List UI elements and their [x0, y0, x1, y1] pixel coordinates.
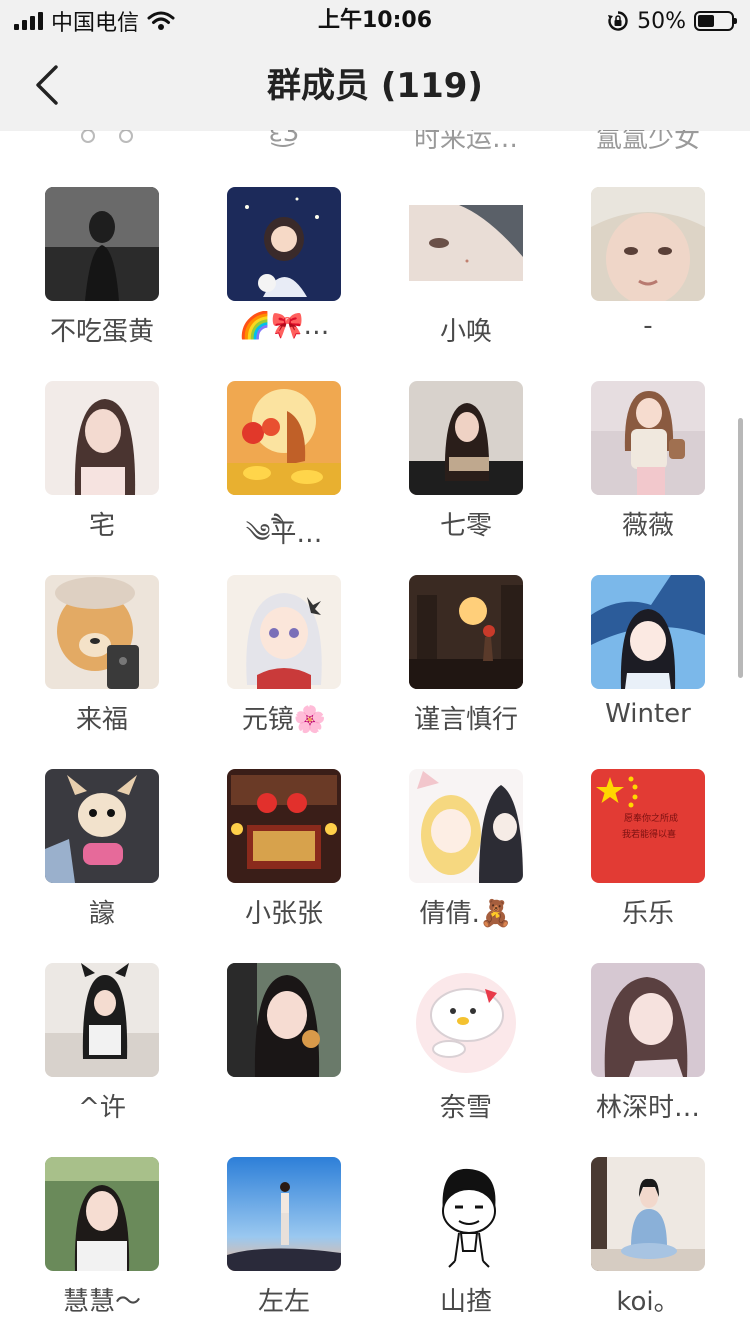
member-name: 山揸: [439, 1287, 492, 1317]
member-item[interactable]: 慧慧～: [11, 1157, 193, 1334]
member-grid: ε͜͡3 时来运… 氲氲少女 不吃蛋黄 🌈🎀… 小唤 - 宅 ༄ཻ平… 七零 薇…: [0, 0, 750, 1334]
member-item[interactable]: 不吃蛋黄: [11, 187, 193, 381]
member-name: -: [643, 311, 653, 341]
flag-avatar-text: 我若能得以喜: [622, 828, 676, 840]
member-avatar: [45, 187, 159, 301]
member-name: ༄ཻ平…: [245, 519, 323, 549]
member-avatar: [591, 381, 705, 495]
battery-percent: 50%: [637, 8, 686, 34]
member-name: 小张张: [244, 899, 323, 929]
member-name: 宅: [88, 511, 115, 541]
member-item[interactable]: 宅: [11, 381, 193, 575]
member-avatar: [227, 963, 341, 1077]
member-name: 🌈🎀…: [238, 311, 330, 341]
member-avatar: [45, 769, 159, 883]
member-name: 林深时…: [595, 1093, 700, 1123]
member-item[interactable]: 小张张: [193, 769, 375, 963]
member-avatar: [409, 769, 523, 883]
member-name: 乐乐: [621, 899, 674, 929]
member-name: koi。: [616, 1287, 680, 1317]
flag-avatar-text: 愿奉你之所成: [624, 812, 678, 824]
member-avatar: [591, 963, 705, 1077]
member-avatar: [45, 575, 159, 689]
flag-avatar-image: 愿奉你之所成 我若能得以喜: [591, 769, 705, 883]
member-avatar: [409, 575, 523, 689]
member-avatar: [591, 1157, 705, 1271]
member-name: 譹: [88, 899, 115, 929]
member-item[interactable]: 七零: [375, 381, 557, 575]
member-item[interactable]: -: [557, 187, 739, 381]
member-name: 来福: [75, 705, 128, 735]
member-avatar: [227, 575, 341, 689]
member-item[interactable]: 薇薇: [557, 381, 739, 575]
member-item[interactable]: 奈雪: [375, 963, 557, 1157]
member-item[interactable]: 元镜🌸: [193, 575, 375, 769]
status-bar: 中国电信 上午10:06 50%: [0, 0, 750, 42]
member-name: 谨言慎行: [413, 705, 518, 735]
member-avatar: [227, 187, 341, 301]
member-name: 小唤: [439, 317, 492, 347]
member-avatar: [45, 1157, 159, 1271]
status-right: 50%: [607, 6, 737, 36]
member-item[interactable]: 左左: [193, 1157, 375, 1334]
member-item[interactable]: 山揸: [375, 1157, 557, 1334]
member-avatar: [227, 1157, 341, 1271]
member-name: 不吃蛋黄: [49, 317, 154, 347]
member-item[interactable]: koi。: [557, 1157, 739, 1334]
member-avatar: [227, 769, 341, 883]
scrollbar[interactable]: [738, 418, 743, 678]
member-item[interactable]: 倩倩.🧸: [375, 769, 557, 963]
member-name: ^许: [78, 1093, 126, 1123]
rotation-lock-icon: [608, 11, 628, 31]
member-item[interactable]: ༄ཻ平…: [193, 381, 375, 575]
member-avatar: [45, 963, 159, 1077]
battery-icon: [694, 11, 737, 31]
top-bar: 中国电信 上午10:06 50% 群成员 (119): [0, 0, 750, 130]
member-item[interactable]: 小唤: [375, 187, 557, 381]
page-title: 群成员 (119): [267, 66, 483, 106]
battery-fill: [698, 15, 714, 27]
member-avatar: [591, 187, 705, 301]
member-avatar: [45, 381, 159, 495]
member-avatar: [409, 963, 523, 1077]
member-item[interactable]: 愿奉你之所成 我若能得以喜 乐乐: [557, 769, 739, 963]
member-item[interactable]: 林深时…: [557, 963, 739, 1157]
member-item[interactable]: 譹: [11, 769, 193, 963]
member-name: 倩倩.🧸: [419, 899, 513, 929]
member-avatar: [227, 381, 341, 495]
member-item[interactable]: 🌈🎀…: [193, 187, 375, 381]
member-avatar: [591, 575, 705, 689]
member-name: 元镜🌸: [241, 705, 327, 735]
member-item[interactable]: ^许: [11, 963, 193, 1157]
member-avatar: [409, 381, 523, 495]
member-name: 慧慧～: [62, 1287, 141, 1317]
member-item[interactable]: Winter: [557, 575, 739, 769]
member-name: 七零: [439, 511, 492, 541]
member-avatar: [409, 1157, 523, 1271]
navigation-bar: 群成员 (119): [0, 42, 750, 130]
member-avatar: 愿奉你之所成 我若能得以喜: [591, 769, 705, 883]
member-name: Winter: [605, 699, 691, 729]
member-item[interactable]: [193, 963, 375, 1157]
member-item[interactable]: 来福: [11, 575, 193, 769]
member-name: 薇薇: [621, 511, 674, 541]
member-name: 奈雪: [439, 1093, 492, 1123]
member-item[interactable]: 谨言慎行: [375, 575, 557, 769]
member-avatar: [409, 187, 523, 301]
member-name: 左左: [257, 1287, 310, 1317]
